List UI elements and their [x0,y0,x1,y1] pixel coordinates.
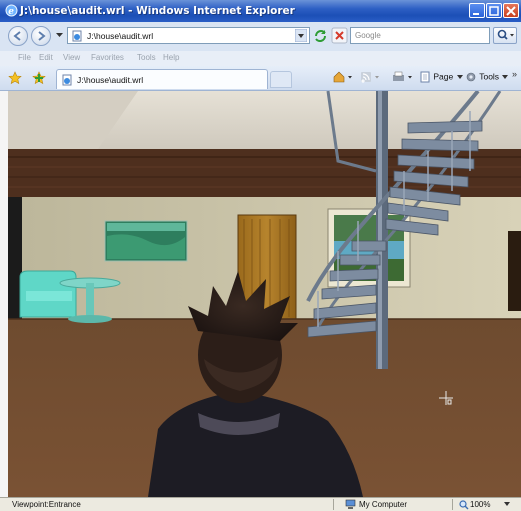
search-button[interactable] [493,27,517,44]
favorites-star-icon[interactable] [8,71,22,85]
feeds-button[interactable] [360,71,380,85]
address-field[interactable]: J:\house\audit.wrl [67,27,310,44]
computer-zone-icon [345,499,356,509]
search-input[interactable]: Google [350,27,490,44]
status-separator [452,499,453,510]
rss-feed-icon [361,72,379,83]
printer-icon [393,71,412,81]
page-menu-dropdown-icon [456,75,463,79]
more-commands-chevron[interactable]: » [512,69,517,79]
menu-tools[interactable]: Tools [137,53,156,62]
menu-bar: File Edit View Favorites Tools Help [0,51,521,66]
print-button[interactable] [392,71,414,85]
address-dropdown-icon[interactable] [295,29,307,42]
tools-menu-label: Tools [479,71,500,82]
status-bar: Viewpoint:Entrance My Computer 100% [0,497,521,511]
menu-favorites[interactable]: Favorites [91,53,124,62]
close-button[interactable] [503,3,519,18]
page-menu-icon [420,71,430,83]
menu-edit[interactable]: Edit [39,53,53,62]
back-button[interactable] [8,26,28,46]
minimize-button[interactable] [469,3,485,18]
page-menu-label: Page [433,71,454,82]
svg-text:e: e [8,7,14,17]
tab-audit[interactable]: J:\house\audit.wrl [56,69,268,89]
close-icon [506,6,516,16]
tab-label: J:\house\audit.wrl [77,75,144,85]
left-frame-edge [0,91,8,497]
tools-menu-button[interactable]: Tools [465,71,509,85]
gear-icon [466,72,476,82]
tab-bar: J:\house\audit.wrl Page Tools » [0,66,521,91]
stop-icon[interactable] [331,27,348,44]
add-favorites-icon[interactable] [32,71,46,85]
tools-menu-dropdown-icon [502,75,509,79]
ie-logo-icon: e [5,4,18,17]
status-separator [333,499,334,510]
title-bar[interactable]: e J:\house\audit.wrl - Windows Internet … [0,0,521,22]
menu-view[interactable]: View [63,53,80,62]
menu-file[interactable]: File [18,53,31,62]
menu-help[interactable]: Help [163,53,179,62]
window-title: J:\house\audit.wrl - Windows Internet Ex… [20,5,295,17]
recent-pages-dropdown-icon[interactable] [56,33,63,38]
zoom-level[interactable]: 100% [470,500,490,509]
home-icon [333,71,352,83]
zoom-magnifier-icon [459,500,469,510]
vrml-scene [8,91,521,497]
page-menu-button[interactable]: Page [419,71,464,85]
right-doorway [508,231,521,311]
zoom-dropdown-icon[interactable] [503,500,511,508]
maximize-button[interactable] [486,3,502,18]
ie-window: e J:\house\audit.wrl - Windows Internet … [0,0,521,511]
wood-band [8,149,521,197]
back-arrow-icon [13,31,21,41]
status-text: Viewpoint:Entrance [12,500,81,509]
maximize-icon [489,6,499,16]
refresh-icon[interactable] [312,27,329,44]
forward-arrow-icon [38,31,46,41]
address-text[interactable]: J:\house\audit.wrl [87,31,153,41]
search-placeholder: Google [355,31,381,40]
vrml-viewport[interactable] [8,91,521,497]
address-toolbar: J:\house\audit.wrl Google [0,22,521,52]
minimize-icon [473,13,479,15]
forward-button[interactable] [31,26,51,46]
new-tab-button[interactable] [270,71,292,88]
home-button[interactable] [333,71,353,85]
tab-page-icon [62,74,72,86]
search-icon [497,29,514,40]
security-zone-label[interactable]: My Computer [359,500,407,509]
page-icon [72,30,82,42]
